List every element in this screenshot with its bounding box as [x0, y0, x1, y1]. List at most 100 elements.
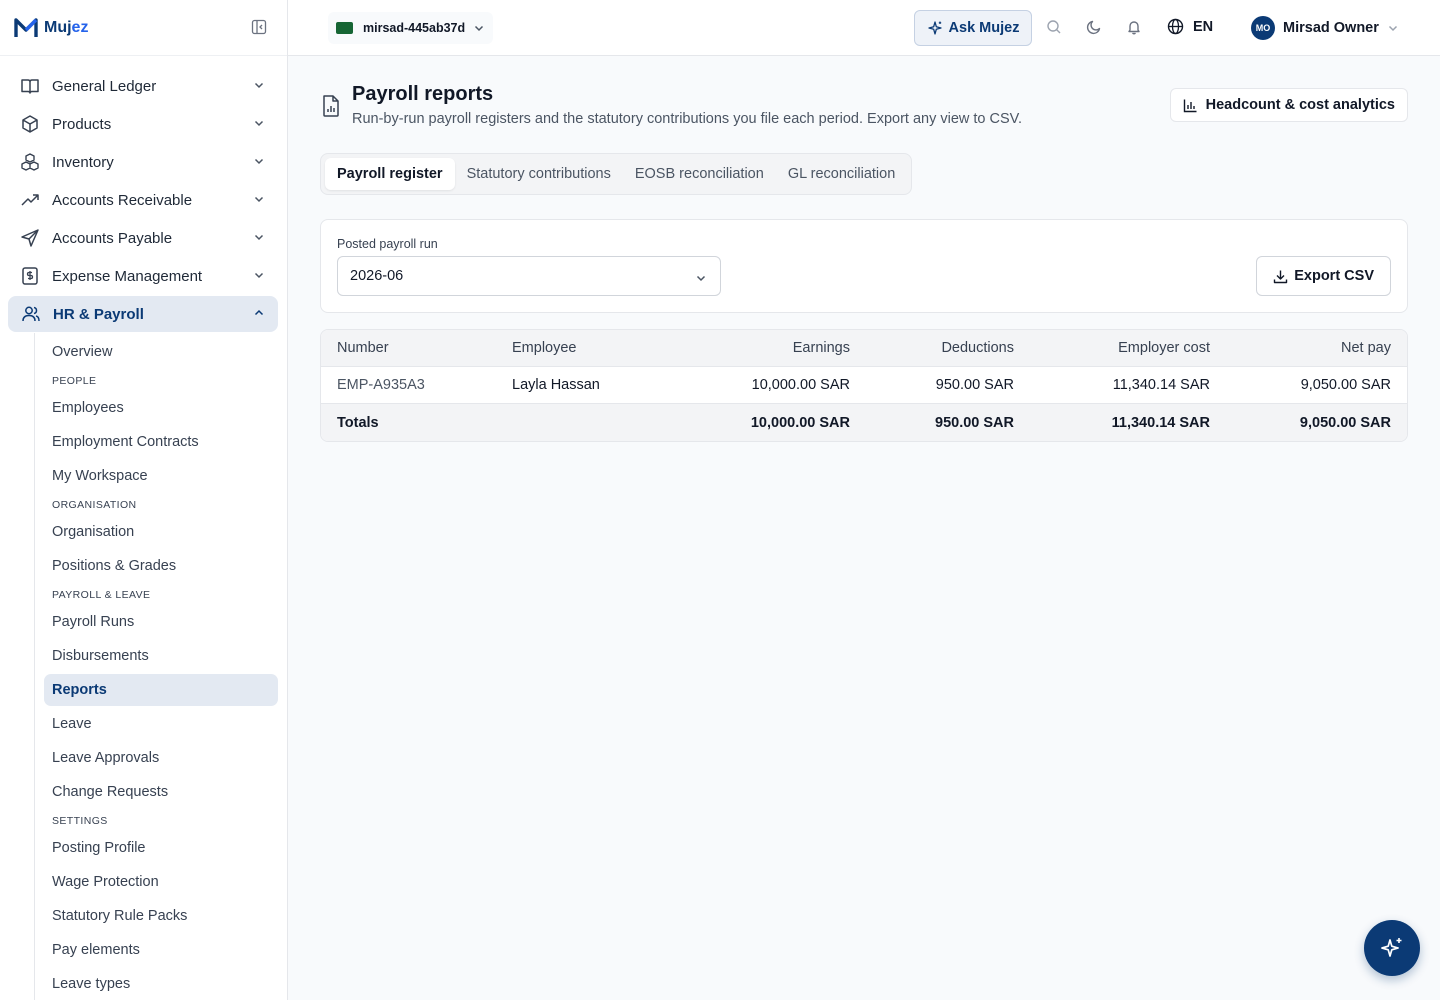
sidebar-subitem-disbursements[interactable]: Disbursements: [44, 639, 278, 673]
sidebar-subitem-statutory-rule-packs[interactable]: Statutory Rule Packs: [44, 899, 278, 933]
employer-cost-cell: 11,340.14 SAR: [1112, 377, 1210, 393]
sidebar-item-label: Products: [52, 115, 112, 133]
user-menu[interactable]: MO Mirsad Owner: [1251, 16, 1399, 40]
totals-deductions: 950.00 SAR: [935, 414, 1014, 431]
report-tabs: Payroll register Statutory contributions…: [320, 153, 913, 195]
headcount-analytics-button[interactable]: Headcount & cost analytics: [1169, 88, 1408, 122]
section-heading-settings: SETTINGS: [52, 815, 108, 827]
language-switcher[interactable]: EN: [1167, 18, 1213, 35]
chevron-down-icon: [1388, 25, 1397, 32]
chevron-down-icon: [254, 196, 264, 203]
sidebar-subitem-positions-grades[interactable]: Positions & Grades: [44, 549, 278, 583]
sidebar-item-accounts-payable[interactable]: Accounts Payable: [0, 219, 287, 257]
tab-payroll-register[interactable]: Payroll register: [325, 158, 455, 190]
column-header-number[interactable]: Number: [337, 340, 512, 356]
sidebar-subitem-leave-types[interactable]: Leave types: [44, 967, 278, 1000]
language-label: EN: [1193, 18, 1214, 35]
export-csv-button[interactable]: Export CSV: [1256, 256, 1391, 296]
book-icon: [21, 79, 39, 94]
ai-assistant-fab[interactable]: [1364, 920, 1420, 976]
sidebar-subitem-leave-approvals[interactable]: Leave Approvals: [44, 741, 278, 775]
deductions-cell: 950.00 SAR: [935, 377, 1014, 393]
totals-earnings: 10,000.00 SAR: [750, 414, 850, 431]
sidebar-subitem-organisation[interactable]: Organisation: [44, 515, 278, 549]
sidebar-item-label: Accounts Payable: [52, 229, 173, 247]
chevron-down-icon: [696, 275, 706, 282]
sidebar-subitem-employment-contracts[interactable]: Employment Contracts: [44, 425, 278, 459]
topbar: mirsad-445ab37d Ask Mujez EN MO Mirsad O…: [288, 0, 1440, 56]
moon-icon[interactable]: [1086, 19, 1102, 35]
sidebar-subitem-pay-elements[interactable]: Pay elements: [44, 933, 278, 967]
bell-icon[interactable]: [1126, 19, 1142, 35]
sidebar-item-products[interactable]: Products: [0, 105, 287, 143]
flag-icon: [336, 22, 353, 34]
search-icon[interactable]: [1046, 19, 1062, 35]
hr-payroll-submenu: Overview PEOPLE Employees Employment Con…: [34, 333, 287, 1000]
chevron-down-icon: [254, 120, 264, 127]
tab-eosb-reconciliation[interactable]: EOSB reconciliation: [623, 158, 776, 190]
sidebar-item-label: Inventory: [52, 153, 114, 171]
sidebar-subitem-leave[interactable]: Leave: [44, 707, 278, 741]
sidebar-subitem-reports[interactable]: Reports: [44, 674, 278, 706]
chevron-down-icon: [254, 82, 264, 89]
avatar: MO: [1251, 16, 1275, 40]
column-header-earnings[interactable]: Earnings: [672, 340, 850, 356]
sidebar-subitem-overview[interactable]: Overview: [44, 335, 278, 369]
employee-name: Layla Hassan: [512, 377, 600, 393]
users-icon: [22, 306, 40, 322]
tab-gl-reconciliation[interactable]: GL reconciliation: [776, 158, 907, 190]
chevron-down-icon: [254, 234, 264, 241]
sidebar-subitem-employees[interactable]: Employees: [44, 391, 278, 425]
send-icon: [21, 229, 39, 247]
sidebar-item-general-ledger[interactable]: General Ledger: [0, 67, 287, 105]
user-name: Mirsad Owner: [1283, 20, 1379, 36]
page-header: Payroll reports Run-by-run payroll regis…: [320, 56, 1408, 153]
totals-label: Totals: [337, 414, 379, 431]
payroll-run-select[interactable]: 2026-06: [337, 256, 721, 296]
section-heading-payroll-leave: PAYROLL & LEAVE: [52, 589, 151, 601]
sidebar-subitem-change-requests[interactable]: Change Requests: [44, 775, 278, 809]
mujez-logo-icon: [14, 17, 38, 37]
column-header-deductions[interactable]: Deductions: [850, 340, 1014, 356]
sidebar-subitem-posting-profile[interactable]: Posting Profile: [44, 831, 278, 865]
column-header-employer-cost[interactable]: Employer cost: [1014, 340, 1210, 356]
page-title: Payroll reports: [352, 83, 494, 105]
payroll-run-label: Posted payroll run: [337, 237, 438, 251]
tenant-name: mirsad-445ab37d: [363, 21, 466, 35]
sparkle-icon: [927, 21, 942, 35]
sidebar-item-inventory[interactable]: Inventory: [0, 143, 287, 181]
trend-up-icon: [21, 194, 39, 206]
download-icon: [1274, 270, 1288, 283]
sidebar-item-expense-management[interactable]: Expense Management: [0, 257, 287, 295]
payroll-register-table: Number Employee Earnings Deductions Empl…: [320, 329, 1408, 442]
payroll-run-value: 2026-06: [350, 268, 404, 284]
table-header-row: Number Employee Earnings Deductions Empl…: [321, 330, 1407, 367]
sidebar-subitem-payroll-runs[interactable]: Payroll Runs: [44, 605, 278, 639]
boxes-icon: [21, 153, 39, 171]
table-row[interactable]: EMP-A935A3 Layla Hassan 10,000.00 SAR 95…: [321, 367, 1407, 404]
sparkle-icon: [1381, 938, 1402, 957]
tenant-switcher[interactable]: mirsad-445ab37d: [328, 12, 494, 44]
column-header-employee[interactable]: Employee: [512, 340, 672, 356]
ask-mujez-label: Ask Mujez: [948, 20, 1020, 36]
globe-icon: [1167, 18, 1184, 35]
column-header-net-pay[interactable]: Net pay: [1210, 340, 1391, 356]
earnings-cell: 10,000.00 SAR: [751, 377, 850, 393]
tab-statutory-contributions[interactable]: Statutory contributions: [455, 158, 623, 190]
sidebar-subitem-wage-protection[interactable]: Wage Protection: [44, 865, 278, 899]
chevron-up-icon: [254, 309, 264, 316]
sidebar-collapse-icon[interactable]: [251, 19, 267, 35]
sidebar-subitem-my-workspace[interactable]: My Workspace: [44, 459, 278, 493]
sidebar-item-hr-payroll[interactable]: HR & Payroll: [8, 296, 278, 332]
brand: Mujez: [0, 0, 287, 56]
ask-mujez-button[interactable]: Ask Mujez: [914, 10, 1032, 46]
sidebar-item-label: General Ledger: [52, 77, 157, 95]
brand-name[interactable]: Mujez: [44, 19, 88, 37]
chevron-down-icon: [254, 272, 264, 279]
sidebar-item-label: Accounts Receivable: [52, 191, 193, 209]
sidebar-item-label: HR & Payroll: [53, 305, 144, 323]
employee-number-link[interactable]: EMP-A935A3: [337, 377, 512, 393]
sidebar-nav: General Ledger Products Inventory Accoun…: [0, 56, 287, 1000]
sidebar-item-accounts-receivable[interactable]: Accounts Receivable: [0, 181, 287, 219]
chevron-down-icon: [254, 158, 264, 165]
